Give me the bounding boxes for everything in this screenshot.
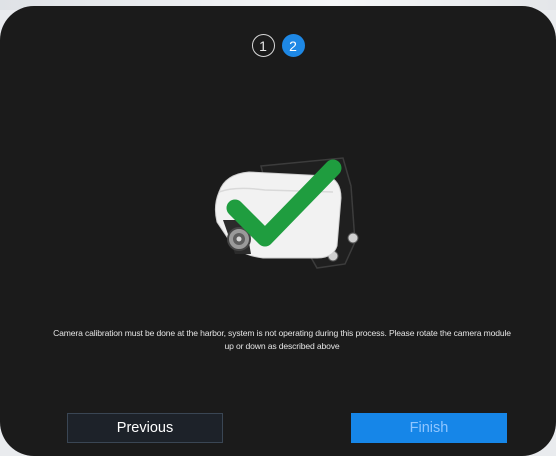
camera-illustration	[205, 146, 365, 281]
step-number-2: 2	[289, 37, 297, 54]
step-indicator-2: 2	[281, 34, 305, 57]
calibration-instructions: Camera calibration must be done at the h…	[6, 327, 556, 353]
wizard-stepper: 1 2	[0, 34, 556, 57]
instruction-line-1: Camera calibration must be done at the h…	[53, 328, 511, 338]
finish-button[interactable]: Finish	[351, 413, 507, 443]
calibration-dialog: 1 2 Camera calibration must be done at t…	[0, 6, 556, 456]
camera-module-icon	[214, 157, 359, 269]
previous-button[interactable]: Previous	[67, 413, 223, 443]
step-indicator-1: 1	[251, 34, 275, 57]
step-number-1: 1	[259, 37, 267, 54]
instruction-line-2: up or down as described above	[224, 341, 340, 351]
